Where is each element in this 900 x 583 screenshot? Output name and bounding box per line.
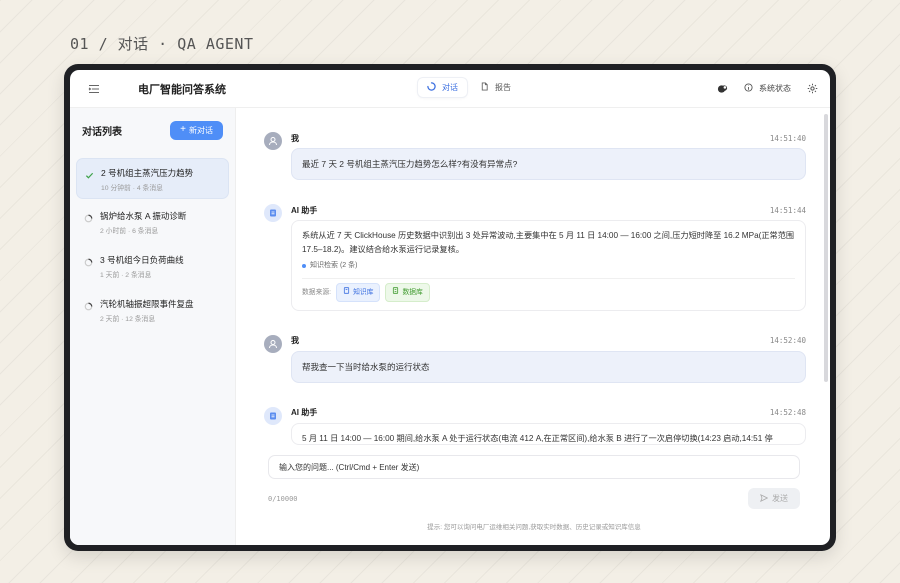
top-right-actions: 系统状态 — [717, 83, 818, 94]
plus-icon: + — [180, 124, 186, 135]
knowledge-retrieval-label: 知识检索 (2 条) — [310, 262, 358, 270]
character-counter: 0/10000 — [268, 494, 298, 503]
conversation-meta: 2 小时前 · 6 条消息 — [100, 228, 159, 235]
ai-message: AI 助手 14:51:44 系统从近 7 天 ClickHouse 历史数据中… — [264, 204, 806, 311]
message-time: 14:51:40 — [769, 133, 806, 143]
user-avatar-icon — [264, 132, 282, 150]
tab-chat-label: 对话 — [442, 83, 458, 92]
message-text: 系统从近 7 天 ClickHouse 历史数据中识别出 3 处异常波动,主要集… — [302, 231, 795, 254]
source-chip-label: 知识库 — [353, 288, 374, 296]
ai-avatar-icon — [264, 406, 282, 425]
book-icon — [343, 286, 350, 298]
send-button[interactable]: 发送 — [748, 488, 800, 509]
send-icon — [760, 493, 769, 504]
system-status-button[interactable]: 系统状态 — [744, 83, 791, 94]
conversation-title: 锅炉给水泵 A 振动诊断 — [100, 211, 187, 221]
sidebar-title: 对话列表 — [82, 126, 122, 138]
source-chip-knowledge-base[interactable]: 知识库 — [336, 282, 381, 302]
conversation-list: 2 号机组主蒸汽压力趋势 10 分钟前 · 4 条消息 锅炉给水泵 A 振动诊断… — [76, 158, 229, 331]
conversation-title: 2 号机组主蒸汽压力趋势 — [101, 168, 194, 178]
database-icon — [392, 286, 399, 298]
tab-report[interactable]: 报告 — [471, 78, 520, 97]
user-message: 我 14:51:40 最近 7 天 2 号机组主蒸汽压力趋势怎么样?有没有异常点… — [264, 132, 806, 180]
message-time: 14:52:48 — [769, 408, 806, 418]
system-status-label: 系统状态 — [759, 84, 791, 93]
source-chip-database[interactable]: 数据库 — [385, 282, 430, 302]
check-icon — [85, 171, 94, 180]
message-time: 14:52:40 — [769, 336, 806, 346]
top-bar: 电厂智能问答系统 对话 报告 系统状态 — [70, 70, 830, 108]
app-window: 电厂智能问答系统 对话 报告 系统状态 对话列表 + 新对话 2 号机组主蒸汽压… — [70, 70, 830, 545]
loading-icon — [84, 214, 93, 223]
device-frame: 电厂智能问答系统 对话 报告 系统状态 对话列表 + 新对话 2 号机组主蒸汽压… — [64, 64, 836, 551]
message-body: 系统从近 7 天 ClickHouse 历史数据中识别出 3 处异常波动,主要集… — [291, 220, 806, 311]
theme-toggle-icon[interactable] — [717, 83, 728, 94]
loading-icon — [84, 302, 93, 311]
user-message: 我 14:52:40 帮我查一下当时给水泵的运行状态 — [264, 334, 806, 383]
conversation-item[interactable]: 锅炉给水泵 A 振动诊断 2 小时前 · 6 条消息 — [76, 202, 229, 243]
divider — [302, 277, 795, 279]
view-tabs: 对话 报告 — [418, 78, 520, 97]
composer: 输入您的问题... (Ctrl/Cmd + Enter 发送) 0/10000 … — [236, 455, 830, 545]
message-author: 我 — [291, 336, 299, 346]
message-text: 最近 7 天 2 号机组主蒸汽压力趋势怎么样?有没有异常点? — [291, 148, 806, 180]
page-caption: 01 / 对话 · QA AGENT — [70, 35, 254, 53]
sidebar-toggle-icon[interactable] — [88, 82, 102, 96]
message-text: 帮我查一下当时给水泵的运行状态 — [291, 350, 806, 383]
message-author: 我 — [291, 133, 299, 143]
loading-icon — [84, 258, 93, 267]
user-avatar-icon — [264, 334, 282, 353]
bullet-dot-icon — [302, 263, 306, 268]
info-icon — [744, 83, 755, 94]
conversation-item[interactable]: 2 号机组主蒸汽压力趋势 10 分钟前 · 4 条消息 — [76, 158, 229, 199]
conversation-title: 3 号机组今日负荷曲线 — [100, 255, 184, 265]
message-list: 我 14:51:40 最近 7 天 2 号机组主蒸汽压力趋势怎么样?有没有异常点… — [236, 108, 830, 455]
conversation-meta: 10 分钟前 · 4 条消息 — [101, 185, 163, 192]
new-conversation-label: 新对话 — [189, 125, 213, 135]
question-input[interactable]: 输入您的问题... (Ctrl/Cmd + Enter 发送) — [268, 455, 800, 479]
conversation-title: 汽轮机轴振超限事件复盘 — [100, 299, 194, 309]
tab-chat[interactable]: 对话 — [418, 78, 467, 97]
message-author: AI 助手 — [291, 408, 318, 418]
chat-main: 我 14:51:40 最近 7 天 2 号机组主蒸汽压力趋势怎么样?有没有异常点… — [236, 108, 830, 545]
gear-icon[interactable] — [807, 83, 818, 94]
app-title: 电厂智能问答系统 — [138, 83, 226, 96]
ai-message: AI 助手 14:52:48 5 月 11 日 14:00 — 16:00 期间… — [264, 406, 806, 445]
conversation-meta: 2 天前 · 12 条消息 — [100, 316, 156, 323]
composer-hint: 提示: 您可以询问电厂运维相关问题,获取实时数据、历史记录或知识库信息 — [427, 524, 641, 531]
document-icon — [480, 82, 491, 93]
send-label: 发送 — [772, 494, 788, 503]
tab-report-label: 报告 — [495, 83, 511, 92]
message-text: 5 月 11 日 14:00 — 16:00 期间,给水泵 A 处于运行状态(电… — [291, 422, 806, 445]
conversation-meta: 1 天前 · 2 条消息 — [100, 272, 152, 279]
conversation-sidebar: 对话列表 + 新对话 2 号机组主蒸汽压力趋势 10 分钟前 · 4 条消息 锅… — [70, 108, 236, 545]
sidebar-header: 对话列表 + 新对话 — [76, 120, 229, 140]
data-sources: 数据来源: 知识库 数据库 — [302, 282, 795, 302]
new-conversation-button[interactable]: + 新对话 — [170, 120, 223, 140]
source-chip-label: 数据库 — [402, 288, 423, 296]
ai-avatar-icon — [264, 204, 282, 222]
message-author: AI 助手 — [291, 205, 318, 215]
message-time: 14:51:44 — [769, 205, 806, 215]
knowledge-retrieval-toggle[interactable]: 知识检索 (2 条) — [302, 260, 795, 272]
message-scrollbar[interactable] — [824, 114, 828, 382]
chat-spinner-icon — [427, 82, 438, 93]
app-body: 对话列表 + 新对话 2 号机组主蒸汽压力趋势 10 分钟前 · 4 条消息 锅… — [70, 108, 830, 545]
data-sources-label: 数据来源: — [302, 288, 332, 296]
conversation-item[interactable]: 3 号机组今日负荷曲线 1 天前 · 2 条消息 — [76, 246, 229, 287]
conversation-item[interactable]: 汽轮机轴振超限事件复盘 2 天前 · 12 条消息 — [76, 290, 229, 331]
